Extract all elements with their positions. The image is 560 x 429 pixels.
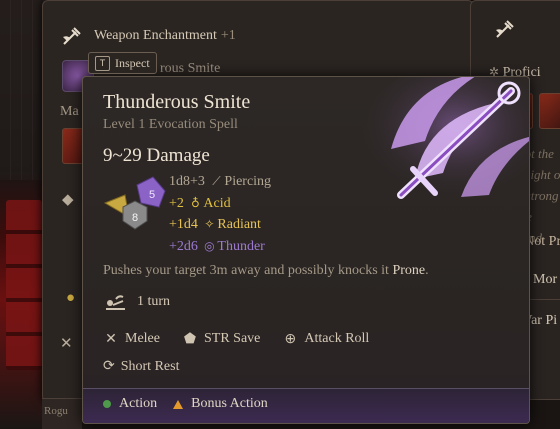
spell-tooltip: Thunderous Smite Level 1 Evocation Spell…	[82, 76, 530, 424]
cost-action: Action	[103, 396, 157, 412]
left-hotbar-panel	[0, 0, 48, 428]
property-attack-roll: ⊕ Attack Roll	[282, 331, 370, 347]
action-dot-icon	[103, 400, 111, 408]
background-label-ma: Ma	[60, 104, 79, 119]
crossed-swords-icon: ✕	[60, 336, 73, 352]
damage-type: Acid	[203, 195, 231, 211]
acid-icon: ♁	[191, 195, 200, 210]
arrow-icon: ◆	[62, 192, 74, 208]
damage-total: 9~29 Damage	[103, 145, 210, 166]
weapon-enchantment-label: Weapon Enchantment	[94, 28, 217, 43]
die-label: 5	[149, 189, 155, 201]
cost-bonus-action: Bonus Action	[173, 396, 268, 412]
die-label: 8	[132, 212, 138, 224]
damage-amount: +2d6	[169, 238, 198, 254]
right-panel-header	[493, 15, 553, 43]
damage-amount: +2	[169, 195, 184, 211]
melee-icon: ✕	[105, 331, 117, 347]
crosshair-icon: ⊕	[284, 331, 297, 347]
description-text: Pushes your target 3m away and possibly …	[103, 263, 393, 278]
equipment-slots[interactable]	[6, 200, 42, 370]
cost-label: Action	[119, 396, 158, 411]
inspect-label: Inspect	[115, 55, 150, 70]
cost-label: Bonus Action	[191, 396, 268, 411]
damage-type: Radiant	[217, 217, 261, 232]
recharge-info: ⟳ Short Rest	[103, 358, 179, 375]
bottom-left-tab-label: Rogu	[44, 405, 68, 417]
coin-icon: ●	[66, 290, 76, 306]
damage-dice-icon: 5 8	[103, 176, 166, 230]
property-label: Melee	[125, 331, 160, 346]
weapon-enchantment-row: Weapon Enchantment +1	[60, 20, 236, 52]
bottom-left-tab[interactable]: Rogu	[42, 398, 82, 429]
spell-description: Pushes your target 3m away and possibly …	[103, 263, 429, 279]
save-icon: ⬟	[183, 331, 197, 347]
more-text: Mor	[533, 272, 558, 287]
property-str-save: ⬟ STR Save	[182, 331, 260, 347]
keybind-t: T	[95, 55, 110, 71]
piercing-icon: ⟋	[212, 174, 221, 188]
thunder-icon: ◎	[204, 238, 215, 253]
spell-properties: ✕ Melee ⬟ STR Save ⊕ Attack Roll	[103, 331, 369, 347]
background-spell-name: rous Smite	[160, 61, 221, 76]
damage-type: Piercing	[224, 174, 272, 189]
spell-level-school: Level 1 Evocation Spell	[103, 117, 238, 132]
duration-text: 1 turn	[137, 294, 171, 309]
property-label: Attack Roll	[304, 331, 370, 346]
bonus-action-triangle-icon	[173, 399, 184, 409]
radiant-icon: ✧	[204, 217, 215, 231]
proficiency-slot[interactable]	[539, 93, 560, 129]
prone-icon	[106, 295, 125, 310]
inspect-prompt[interactable]: T Inspect	[88, 52, 157, 74]
condition-keyword-prone[interactable]: Prone	[392, 263, 425, 278]
damage-type: Thunder	[217, 238, 265, 254]
inventory-grid	[0, 0, 44, 180]
damage-line-radiant: +1d4 ✧ Radiant	[169, 214, 271, 236]
recharge-label: Short Rest	[120, 358, 180, 374]
action-costs: Action Bonus Action	[103, 396, 268, 412]
sword-hand-icon	[493, 17, 517, 41]
sword-hand-icon	[60, 24, 84, 48]
weapon-enchantment-bonus: +1	[220, 28, 236, 43]
damage-amount: 1d8+3	[169, 174, 205, 189]
property-melee: ✕ Melee	[103, 331, 160, 347]
damage-line-acid: +2 ♁ Acid	[169, 193, 271, 215]
property-label: STR Save	[203, 331, 261, 346]
description-end: .	[425, 263, 429, 278]
damage-amount: +1d4	[169, 217, 198, 232]
thunderous-smite-icon	[364, 77, 529, 203]
damage-line-piercing: 1d8+3 ⟋ Piercing	[169, 171, 271, 193]
spell-title: Thunderous Smite	[103, 91, 251, 113]
short-rest-icon: ⟳	[103, 359, 115, 374]
damage-breakdown: 1d8+3 ⟋ Piercing +2 ♁ Acid +1d4 ✧ Radiant +…	[169, 171, 271, 257]
spell-duration: 1 turn	[103, 291, 170, 313]
more-label: Mor	[533, 272, 557, 288]
damage-line-thunder: +2d6 ◎ Thunder	[169, 236, 271, 258]
